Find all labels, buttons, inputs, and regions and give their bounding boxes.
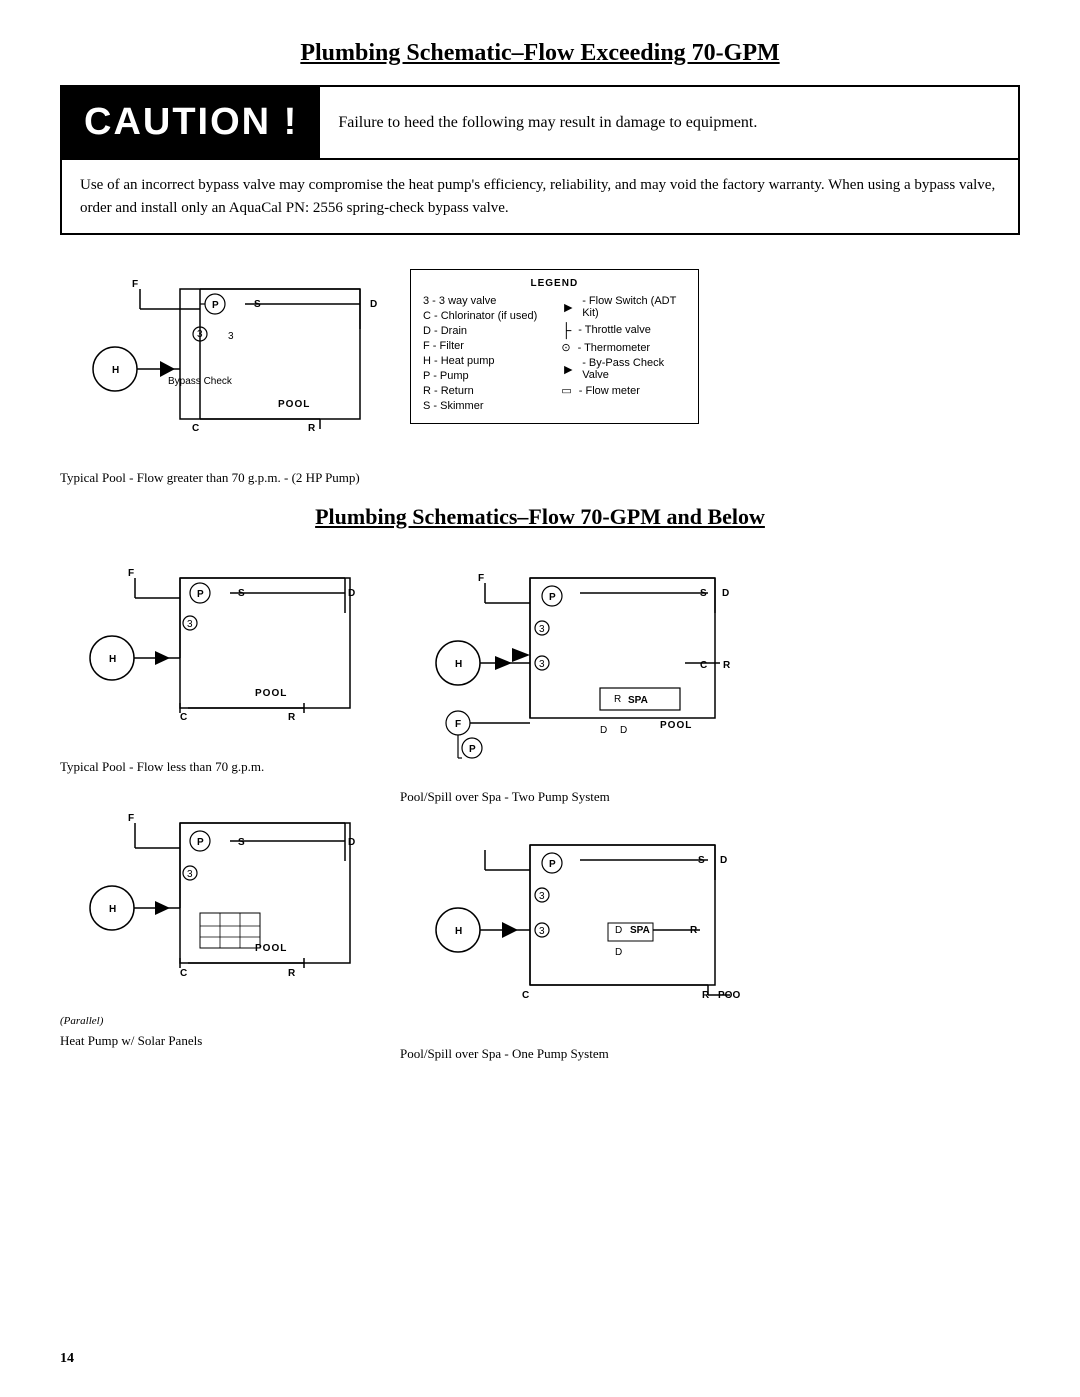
bottom-right-col: H F P 3 3 S (400, 548, 740, 1062)
svg-text:F: F (128, 568, 134, 579)
svg-text:3: 3 (187, 619, 193, 630)
spa-two-pump-svg: H F P 3 3 S (400, 548, 740, 778)
legend-item: P - Pump (423, 370, 547, 382)
svg-text:H: H (109, 654, 116, 665)
svg-text:D: D (722, 588, 729, 599)
svg-text:D: D (370, 299, 377, 310)
spa-two-pump-diagram: H F P 3 3 S (400, 548, 740, 783)
svg-text:C: C (700, 660, 707, 671)
svg-text:D: D (348, 837, 355, 848)
legend-col-right: ► - Flow Switch (ADT Kit) ├ - Throttle v… (561, 295, 685, 415)
svg-text:C: C (522, 990, 529, 1001)
solar-svg: H F P 3 S D (60, 793, 370, 1008)
svg-text:R: R (723, 660, 731, 671)
solar-diagram: H F P 3 S D (60, 793, 370, 1027)
top-diagram-row: H F P 3 S D (60, 259, 1020, 486)
spa-one-pump-caption: Pool/Spill over Spa - One Pump System (400, 1046, 740, 1062)
legend-box: LEGEND 3 - 3 way valve C - Chlorinator (… (410, 269, 699, 424)
legend-item: S - Skimmer (423, 400, 547, 412)
svg-text:3: 3 (539, 659, 545, 670)
top-pool-svg: H F P 3 S D (60, 259, 390, 459)
svg-text:D: D (620, 725, 627, 736)
svg-text:POOL: POOL (660, 720, 692, 731)
svg-text:POOL: POOL (278, 399, 310, 410)
pool-70-svg: H F P 3 S D C R POOL (60, 548, 370, 748)
legend-item: D - Drain (423, 325, 547, 337)
svg-text:SPA: SPA (630, 925, 650, 936)
legend-item: ⊙ - Thermometer (561, 341, 685, 354)
svg-text:P: P (549, 859, 556, 870)
svg-text:3: 3 (539, 891, 545, 902)
svg-text:P: P (197, 589, 204, 600)
svg-text:C: C (192, 423, 199, 434)
svg-text:3: 3 (539, 926, 545, 937)
legend-title: LEGEND (423, 278, 686, 289)
legend-item: ▭ - Flow meter (561, 384, 685, 397)
svg-text:D: D (720, 855, 727, 866)
caution-body: Use of an incorrect bypass valve may com… (60, 160, 1020, 235)
legend-item: R - Return (423, 385, 547, 397)
svg-text:D: D (348, 588, 355, 599)
page-title: Plumbing Schematic–Flow Exceeding 70-GPM (60, 40, 1020, 67)
svg-text:P: P (549, 592, 556, 603)
legend-item: ► - Flow Switch (ADT Kit) (561, 295, 685, 319)
top-pool-diagram: H F P 3 S D (60, 259, 390, 486)
svg-text:D: D (615, 947, 622, 958)
svg-text:H: H (455, 926, 462, 937)
svg-text:R: R (614, 694, 621, 705)
page-number: 14 (60, 1351, 74, 1367)
svg-text:R: R (288, 712, 296, 723)
svg-text:3: 3 (228, 331, 234, 342)
svg-text:SPA: SPA (628, 695, 648, 706)
svg-text:R: R (308, 423, 316, 434)
bottom-left-col: H F P 3 S D C R POOL (60, 548, 370, 1062)
svg-text:D: D (600, 725, 607, 736)
svg-text:F: F (132, 279, 138, 290)
legend-item: ├ - Throttle valve (561, 322, 685, 338)
pool-70-diagram: H F P 3 S D C R POOL (60, 548, 370, 753)
solar-sub-caption: (Parallel) (60, 1015, 370, 1027)
bottom-diagrams-row: H F P 3 S D C R POOL (60, 548, 1020, 1062)
pool-70-caption: Typical Pool - Flow less than 70 g.p.m. (60, 759, 370, 775)
legend-item: F - Filter (423, 340, 547, 352)
caution-message: Failure to heed the following may result… (320, 100, 775, 146)
svg-text:F: F (455, 719, 461, 730)
legend-col-left: 3 - 3 way valve C - Chlorinator (if used… (423, 295, 547, 415)
svg-text:H: H (455, 659, 462, 670)
svg-text:S: S (238, 837, 245, 848)
legend-columns: 3 - 3 way valve C - Chlorinator (if used… (423, 295, 686, 415)
svg-text:P: P (197, 837, 204, 848)
svg-text:3: 3 (197, 329, 203, 340)
spa-one-pump-svg: H P 3 3 S D (400, 815, 740, 1035)
legend-item: H - Heat pump (423, 355, 547, 367)
svg-text:POOL: POOL (255, 943, 287, 954)
svg-text:F: F (478, 573, 484, 584)
caution-label: CAUTION ! (62, 87, 320, 158)
legend-item: C - Chlorinator (if used) (423, 310, 547, 322)
svg-text:Bypass Check: Bypass Check (168, 376, 233, 387)
svg-text:F: F (128, 813, 134, 824)
solar-caption: Heat Pump w/ Solar Panels (60, 1033, 370, 1049)
svg-text:R: R (288, 968, 296, 979)
svg-text:3: 3 (539, 624, 545, 635)
legend-item: ► - By-Pass Check Valve (561, 357, 685, 381)
svg-text:C: C (180, 712, 187, 723)
spa-two-pump-caption: Pool/Spill over Spa - Two Pump System (400, 789, 740, 805)
svg-text:D: D (615, 925, 622, 936)
svg-text:C: C (180, 968, 187, 979)
section-title-2: Plumbing Schematics–Flow 70-GPM and Belo… (60, 504, 1020, 530)
svg-text:3: 3 (187, 869, 193, 880)
caution-box: CAUTION ! Failure to heed the following … (60, 85, 1020, 160)
svg-text:POOL: POOL (255, 688, 287, 699)
legend-item: 3 - 3 way valve (423, 295, 547, 307)
svg-text:P: P (212, 300, 219, 311)
svg-text:P: P (469, 744, 476, 755)
svg-text:H: H (112, 365, 119, 376)
top-pool-caption: Typical Pool - Flow greater than 70 g.p.… (60, 470, 390, 486)
spa-one-pump-diagram: H P 3 3 S D (400, 815, 740, 1040)
svg-text:H: H (109, 904, 116, 915)
